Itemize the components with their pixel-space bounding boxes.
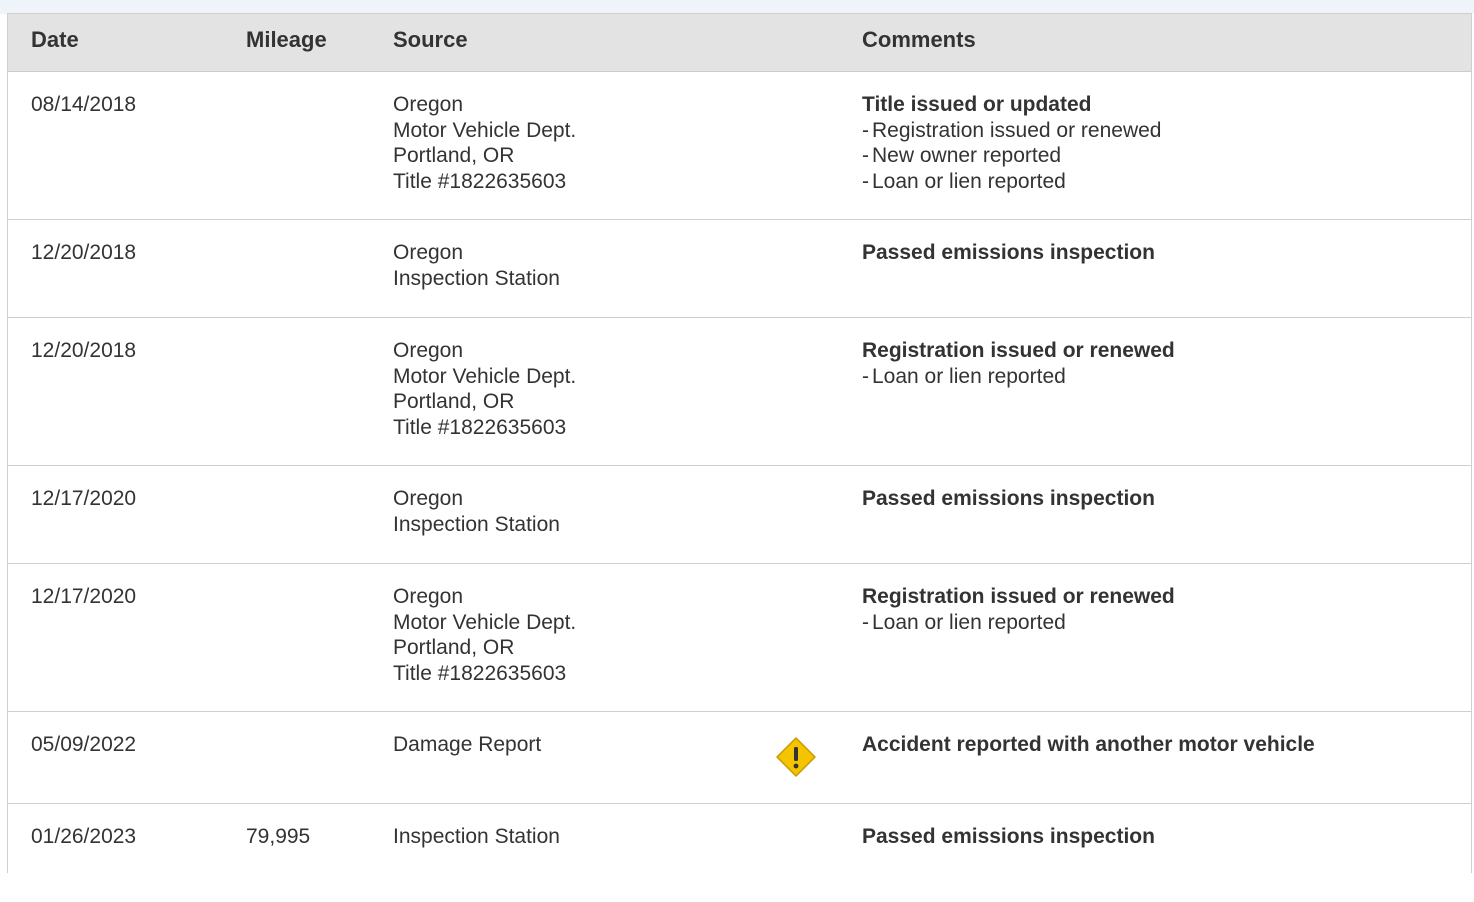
top-band xyxy=(0,0,1474,14)
comment-detail: - Loan or lien reported xyxy=(862,364,1066,388)
header-mileage: Mileage xyxy=(246,27,327,52)
row-source: Damage Report xyxy=(393,732,541,758)
comment-headline: Registration issued or renewed xyxy=(862,585,1175,608)
row-comments: Passed emissions inspection xyxy=(862,240,1155,266)
source-line: Motor Vehicle Dept. xyxy=(393,364,577,388)
row-date: 12/20/2018 xyxy=(31,339,137,362)
comment-detail: - Registration issued or renewed xyxy=(862,118,1162,142)
table-row: 12/17/2020 Oregon Motor Vehicle Dept. Po… xyxy=(8,564,1471,712)
table-row: 01/26/2023 79,995 Inspection Station Pas… xyxy=(8,804,1471,902)
source-line: Title #1822635603 xyxy=(393,415,567,439)
row-date: 01/26/2023 xyxy=(31,825,137,848)
row-date: 12/17/2020 xyxy=(31,585,137,608)
row-source: Oregon Inspection Station xyxy=(393,240,560,291)
row-source: Oregon Motor Vehicle Dept. Portland, OR … xyxy=(393,92,576,194)
source-line: Oregon xyxy=(393,585,464,608)
comment-headline: Passed emissions inspection xyxy=(862,241,1155,264)
table-row: 05/09/2022 Damage Report Accident report… xyxy=(8,712,1471,804)
row-date: 05/09/2022 xyxy=(31,733,137,756)
comment-detail: - Loan or lien reported xyxy=(862,610,1066,634)
warning-diamond-icon xyxy=(776,737,816,777)
row-source: Oregon Inspection Station xyxy=(393,486,560,537)
comment-headline: Passed emissions inspection xyxy=(862,825,1155,848)
row-source: Oregon Motor Vehicle Dept. Portland, OR … xyxy=(393,338,576,440)
row-source: Inspection Station xyxy=(393,824,560,850)
row-comments: Title issued or updated - Registration is… xyxy=(862,92,1162,194)
row-comments: Registration issued or renewed - Loan or … xyxy=(862,338,1175,389)
row-comments: Passed emissions inspection xyxy=(862,824,1155,850)
source-line: Oregon xyxy=(393,241,464,264)
row-date: 08/14/2018 xyxy=(31,93,137,116)
row-comments: Accident reported with another motor veh… xyxy=(862,732,1315,758)
comment-headline: Accident reported with another motor veh… xyxy=(862,733,1315,756)
header-comments: Comments xyxy=(862,27,976,52)
row-mileage: 79,995 xyxy=(246,825,311,848)
table-header: Date Mileage Source Comments xyxy=(8,14,1471,72)
table-row: 08/14/2018 Oregon Motor Vehicle Dept. Po… xyxy=(8,72,1471,220)
header-date: Date xyxy=(31,27,79,52)
source-line: Inspection Station xyxy=(393,825,560,848)
source-line: Oregon xyxy=(393,93,464,116)
source-line: Title #1822635603 xyxy=(393,661,567,685)
table-row: 12/20/2018 Oregon Inspection Station Pas… xyxy=(8,220,1471,318)
row-comments: Registration issued or renewed - Loan or … xyxy=(862,584,1175,635)
source-line: Portland, OR xyxy=(393,636,515,659)
vehicle-history-table: Date Mileage Source Comments 08/14/2018 … xyxy=(7,13,1472,873)
table-row: 12/17/2020 Oregon Inspection Station Pas… xyxy=(8,466,1471,564)
source-line: Oregon xyxy=(393,339,464,362)
source-line: Oregon xyxy=(393,487,464,510)
comment-headline: Passed emissions inspection xyxy=(862,487,1155,510)
row-comments: Passed emissions inspection xyxy=(862,486,1155,512)
comment-detail: - New owner reported xyxy=(862,144,1062,167)
table-row: 12/20/2018 Oregon Motor Vehicle Dept. Po… xyxy=(8,318,1471,466)
source-line: Motor Vehicle Dept. xyxy=(393,610,577,634)
source-line: Portland, OR xyxy=(393,390,515,413)
comment-headline: Registration issued or renewed xyxy=(862,339,1175,362)
source-line: Inspection Station xyxy=(393,266,560,290)
source-line: Damage Report xyxy=(393,733,542,756)
comment-headline: Title issued or updated xyxy=(862,93,1092,116)
source-line: Portland, OR xyxy=(393,144,515,167)
row-source: Oregon Motor Vehicle Dept. Portland, OR … xyxy=(393,584,576,686)
comment-detail: - Loan or lien reported xyxy=(862,169,1066,193)
header-source: Source xyxy=(393,27,468,52)
source-line: Motor Vehicle Dept. xyxy=(393,118,577,142)
row-date: 12/17/2020 xyxy=(31,487,137,510)
row-date: 12/20/2018 xyxy=(31,241,137,264)
source-line: Title #1822635603 xyxy=(393,169,567,193)
source-line: Inspection Station xyxy=(393,512,560,536)
